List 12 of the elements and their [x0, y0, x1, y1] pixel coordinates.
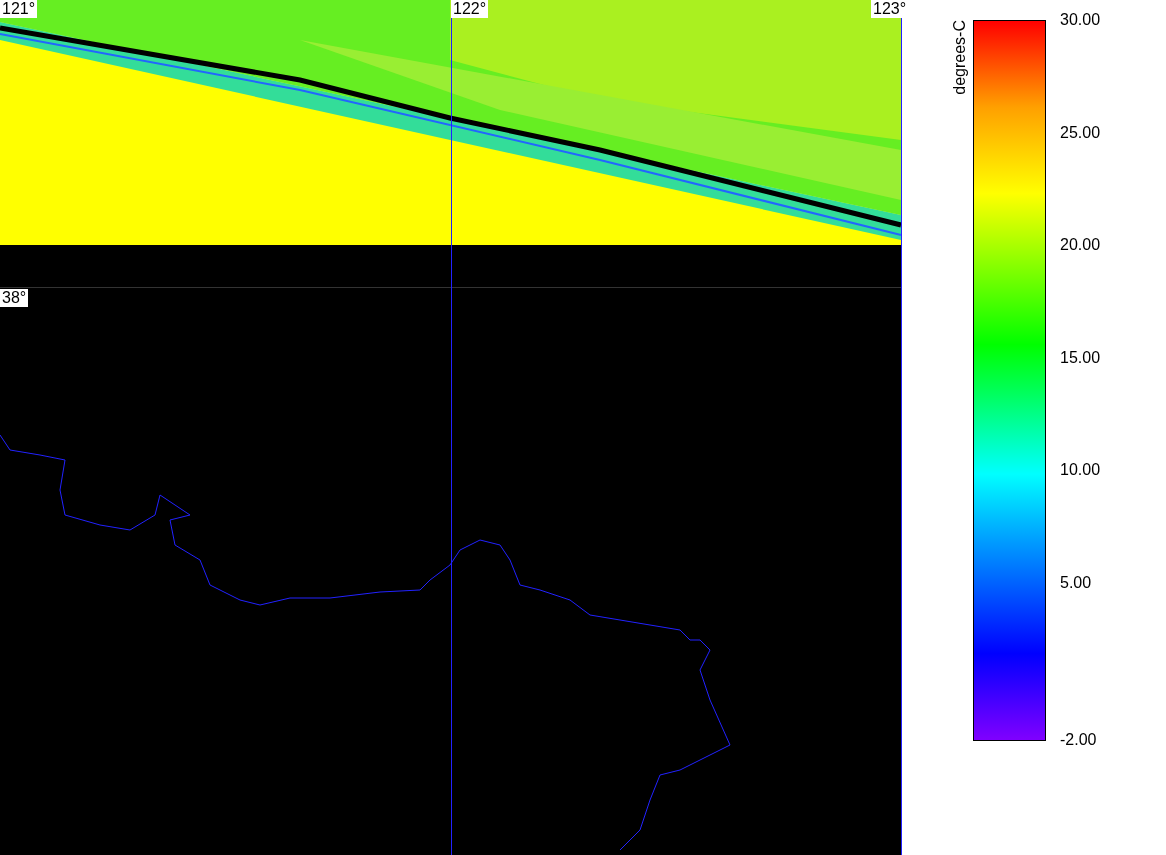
- colorbar-tick-label: 5.00: [1060, 573, 1092, 592]
- colorbar-unit-label: degrees-C: [950, 20, 969, 95]
- longitude-label: 123°: [871, 0, 909, 18]
- colorbar-tick-label: 20.00: [1060, 236, 1101, 254]
- colorbar-tick-label: 25.00: [1060, 123, 1101, 142]
- colorbar-tick-label: 10.00: [1060, 461, 1101, 479]
- longitude-label: 122°: [451, 0, 489, 18]
- colorbar-tick-label: 30.00: [1060, 11, 1101, 29]
- longitude-label: 121°: [0, 0, 38, 18]
- latitude-label: 38°: [0, 289, 29, 307]
- colorbar-tick-label: 15.00: [1060, 348, 1101, 367]
- colorbar-tick-label: -2.00: [1060, 731, 1097, 749]
